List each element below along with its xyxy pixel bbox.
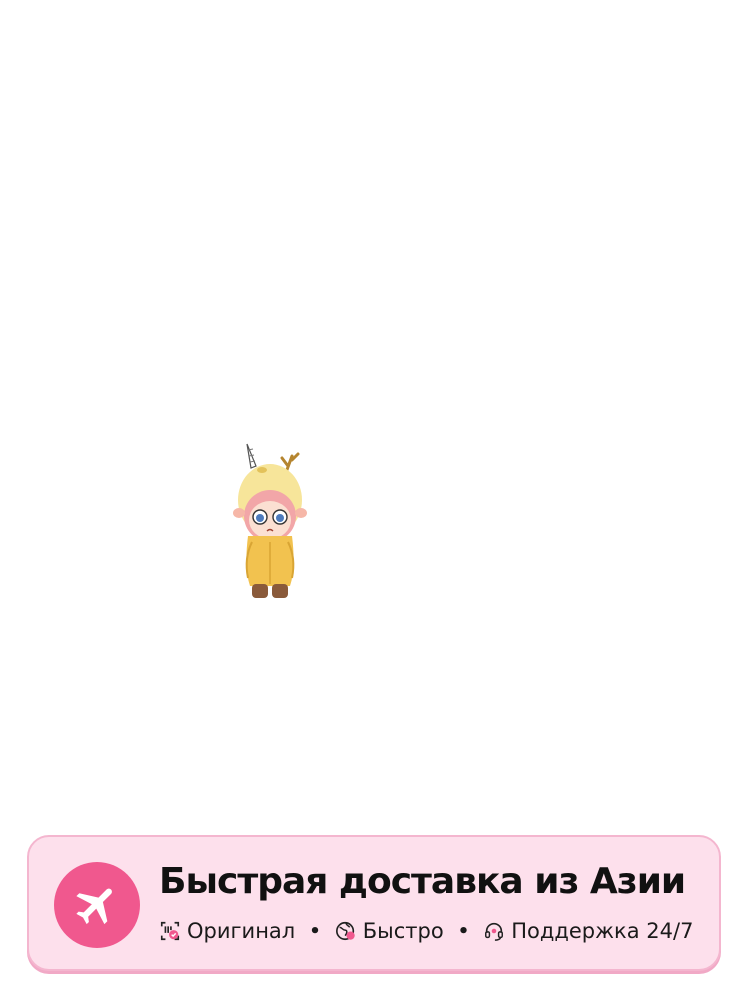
delivery-banner: Быстрая доставка из Азии Оригинал • Быст… <box>27 835 721 971</box>
airplane-icon <box>76 888 112 925</box>
feature-support: Поддержка 24/7 <box>483 919 693 943</box>
feature-original: Оригинал <box>159 919 295 943</box>
feature-support-label: Поддержка 24/7 <box>511 919 694 943</box>
original-badge-icon <box>160 921 180 941</box>
feature-fast-label: Быстро <box>362 919 444 943</box>
headset-icon <box>485 922 504 941</box>
feature-fast: Быстро <box>335 919 444 943</box>
feature-original-label: Оригинал <box>187 919 296 943</box>
features-row: Оригинал • Быстро • Поддержка 24/7 <box>159 919 693 943</box>
banner-title: Быстрая доставка из Азии <box>159 861 686 902</box>
airplane-badge <box>54 862 140 948</box>
separator-dot: • <box>457 920 470 942</box>
toy-figure-illustration <box>233 443 307 598</box>
separator-dot: • <box>309 920 321 942</box>
toy-figure-image <box>222 438 312 608</box>
globe-icon <box>335 921 355 941</box>
